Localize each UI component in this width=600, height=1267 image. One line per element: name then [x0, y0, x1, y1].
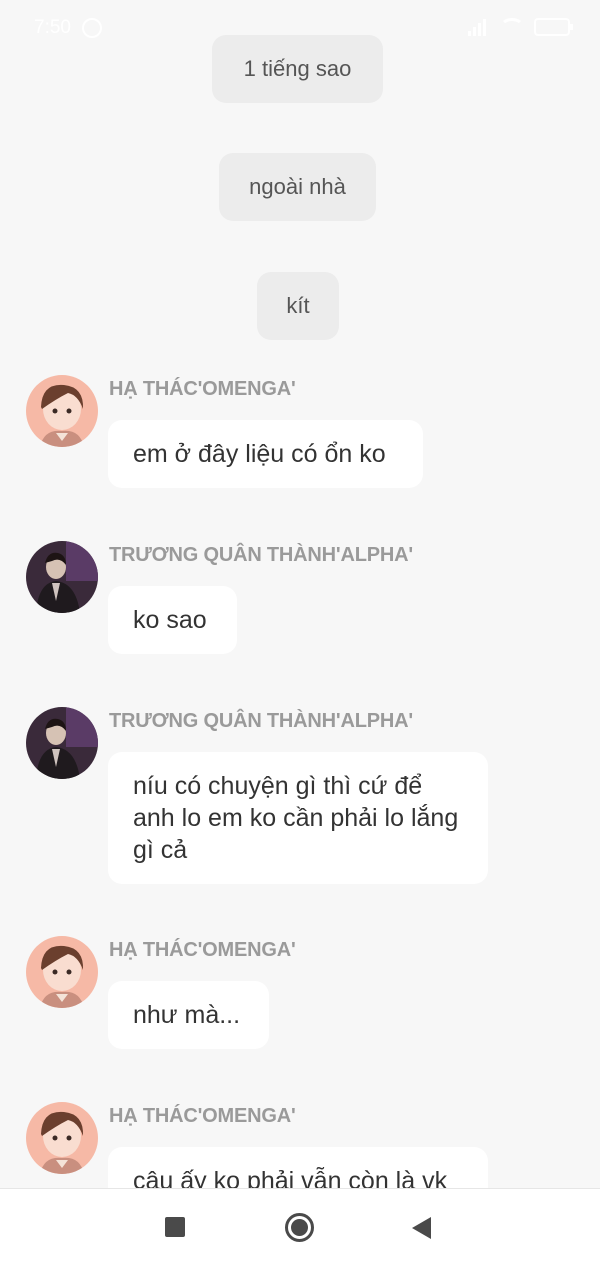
sender-name: HẠ THÁC'OMENGA': [109, 939, 296, 961]
avatar[interactable]: [26, 1102, 98, 1174]
status-time: 7:50: [34, 17, 71, 38]
alpha-avatar-icon: [26, 541, 98, 613]
omega-avatar-icon: [26, 375, 98, 447]
message-bubble[interactable]: níu có chuyện gì thì cứ để anh lo em ko …: [108, 752, 488, 884]
omega-avatar-icon: [26, 1102, 98, 1174]
back-triangle-icon[interactable]: [412, 1217, 431, 1239]
avatar[interactable]: [26, 707, 98, 779]
sender-name: TRƯƠNG QUÂN THÀNH'ALPHA': [109, 544, 413, 566]
alpha-avatar-icon: [26, 707, 98, 779]
notification-icon: [82, 18, 102, 38]
narration-text: ngoài nhà: [249, 174, 346, 199]
battery-icon: [534, 18, 573, 36]
avatar[interactable]: [26, 375, 98, 447]
narration-text: kít: [286, 293, 310, 318]
chat-thread[interactable]: 1 tiếng sao ngoài nhà kít HẠ THÁC'OMENGA…: [0, 0, 600, 1188]
home-circle-icon[interactable]: [285, 1213, 314, 1242]
message-bubble[interactable]: như mà...: [108, 981, 269, 1049]
avatar[interactable]: [26, 541, 98, 613]
sender-name: HẠ THÁC'OMENGA': [109, 1105, 296, 1127]
status-bar: 7:50: [0, 0, 600, 56]
message-text: em ở đây liệu có ổn ko: [133, 440, 386, 468]
message-bubble[interactable]: em ở đây liệu có ổn ko: [108, 420, 423, 488]
status-icons: [468, 18, 573, 36]
avatar[interactable]: [26, 936, 98, 1008]
recents-square-icon[interactable]: [165, 1217, 185, 1237]
message-bubble[interactable]: ko sao: [108, 586, 237, 654]
sender-name: TRƯƠNG QUÂN THÀNH'ALPHA': [109, 710, 413, 732]
narration-text: 1 tiếng sao: [243, 56, 352, 81]
narration-bubble: kít: [257, 272, 339, 340]
signal-icon: [468, 18, 490, 36]
message-text: như mà...: [133, 1001, 241, 1029]
sender-name: HẠ THÁC'OMENGA': [109, 378, 296, 400]
wifi-icon: [500, 18, 524, 36]
message-text: ko sao: [133, 606, 207, 634]
message-bubble[interactable]: cậu ấy ko phải vẫn còn là vk: [108, 1147, 488, 1188]
message-text: níu có chuyện gì thì cứ để anh lo em ko …: [133, 772, 459, 864]
navigation-bar: [0, 1188, 600, 1267]
narration-bubble: ngoài nhà: [219, 153, 376, 221]
message-text: cậu ấy ko phải vẫn còn là vk: [133, 1167, 448, 1188]
omega-avatar-icon: [26, 936, 98, 1008]
